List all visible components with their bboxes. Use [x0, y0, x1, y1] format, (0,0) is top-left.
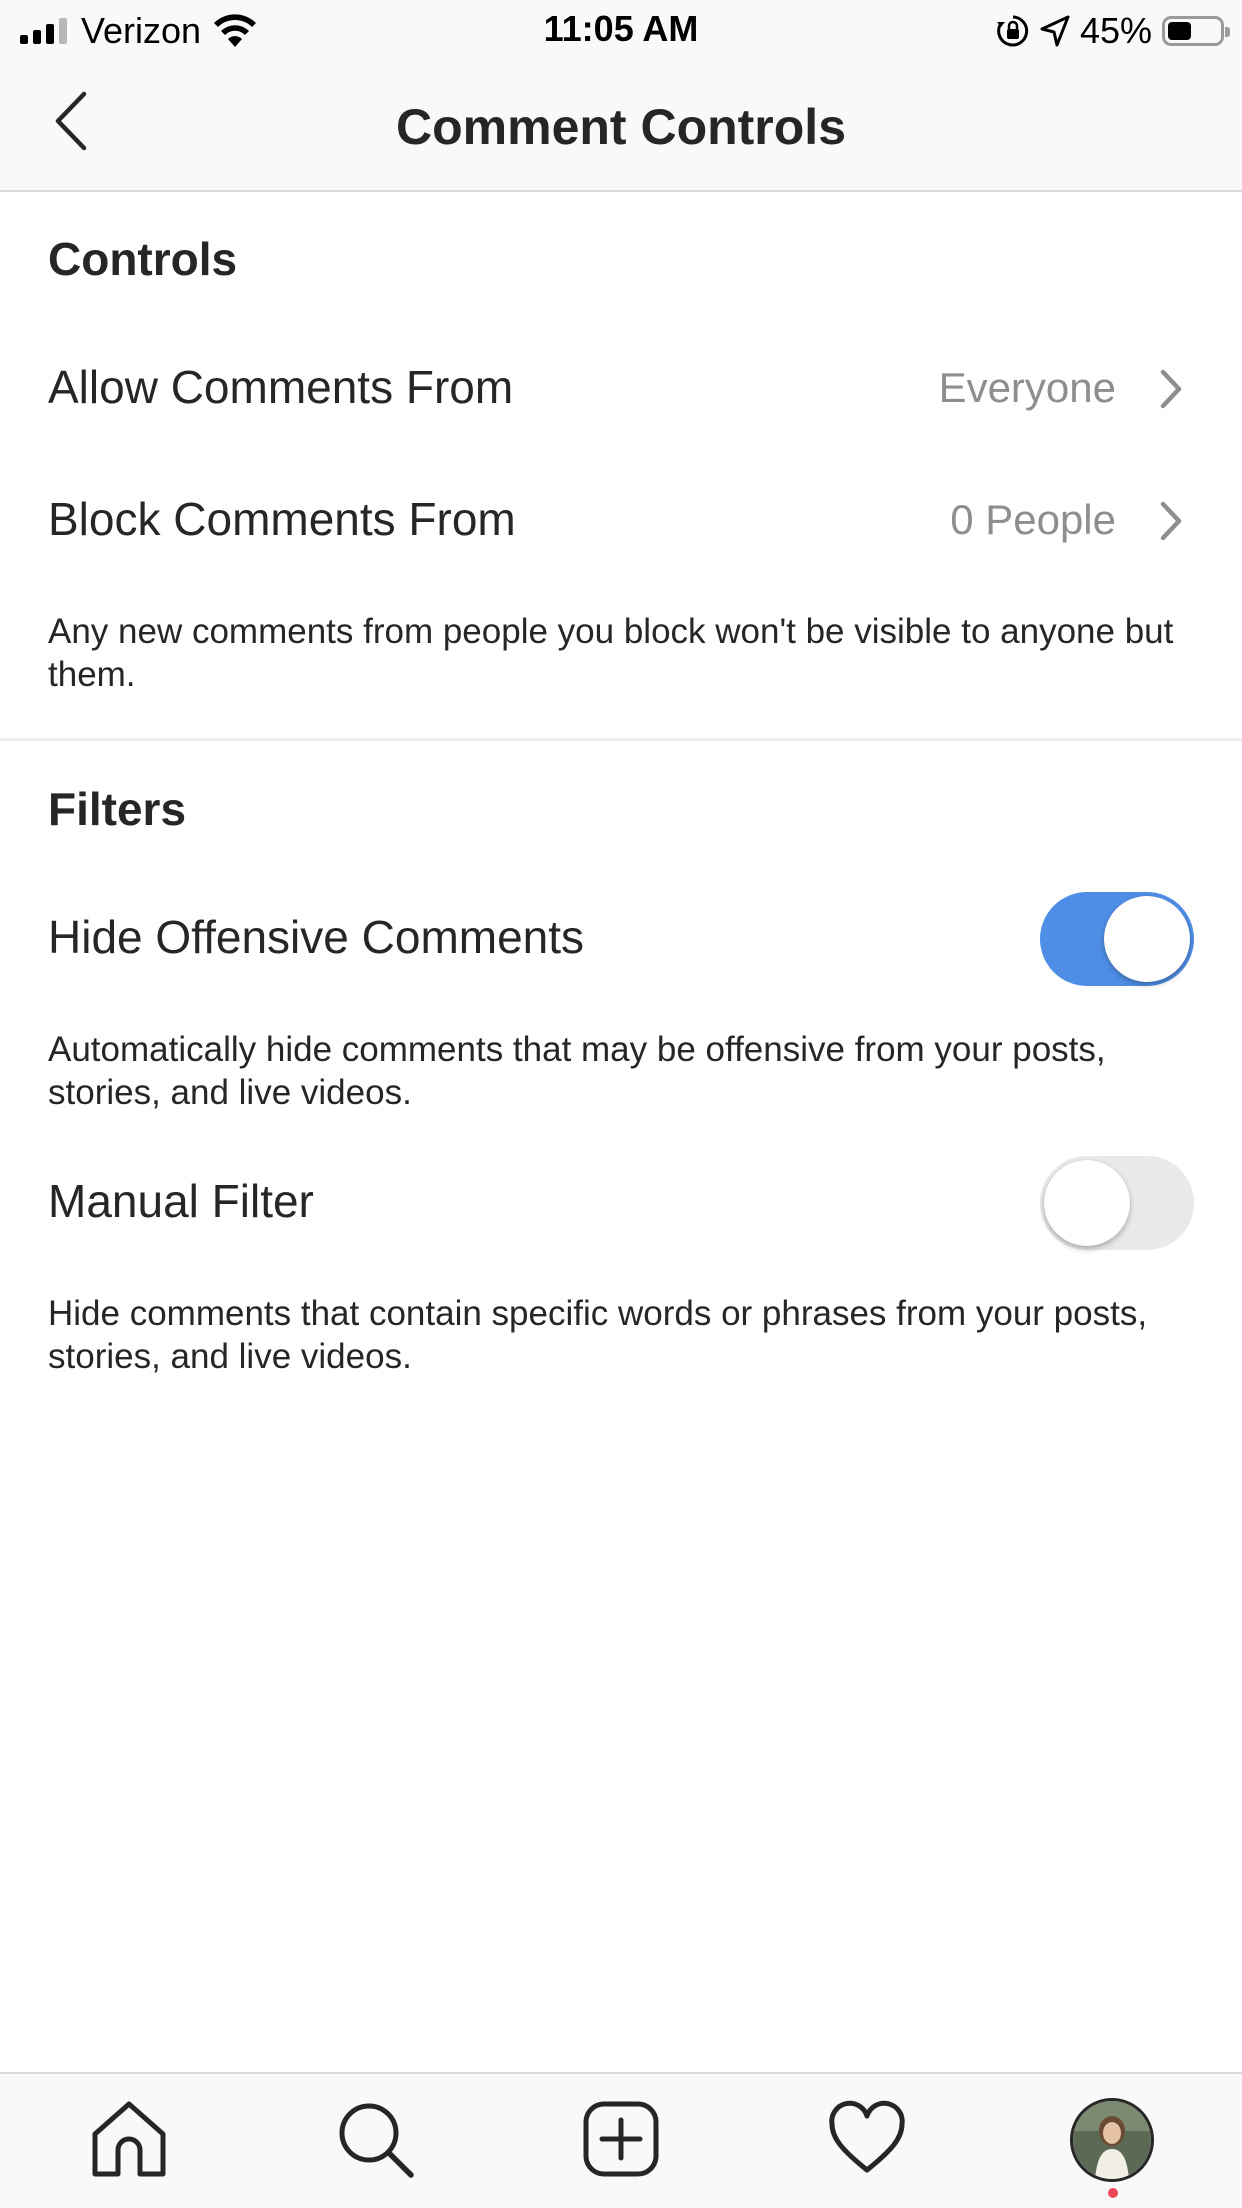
controls-section-title: Controls — [48, 233, 238, 285]
profile-notification-dot — [1108, 2188, 1118, 2198]
block-comments-from-label: Block Comments From — [48, 493, 516, 545]
block-comments-from-row[interactable]: Block Comments From 0 People — [0, 466, 1242, 576]
navigation-header: Comment Controls — [0, 62, 1242, 192]
location-arrow-icon — [1040, 15, 1070, 47]
allow-comments-from-value: Everyone — [938, 364, 1116, 411]
tab-search[interactable] — [330, 2094, 420, 2184]
chevron-right-icon — [1160, 501, 1182, 541]
tab-home[interactable] — [84, 2094, 174, 2184]
tab-activity[interactable] — [822, 2094, 912, 2184]
chevron-right-icon — [1160, 369, 1182, 409]
tab-new-post[interactable] — [576, 2094, 666, 2184]
activity-heart-icon — [829, 2100, 905, 2173]
hide-offensive-comments-toggle[interactable] — [1040, 892, 1194, 986]
new-post-icon — [583, 2101, 659, 2177]
manual-filter-description: Hide comments that contain specific word… — [48, 1294, 1148, 1376]
page-title: Comment Controls — [396, 99, 846, 155]
allow-comments-from-row[interactable]: Allow Comments From Everyone — [0, 334, 1242, 444]
toggle-knob — [1044, 1160, 1130, 1246]
battery-icon — [1162, 16, 1230, 46]
toggle-knob — [1104, 896, 1190, 982]
section-divider — [0, 738, 1242, 741]
manual-filter-label: Manual Filter — [48, 1175, 314, 1227]
bottom-tab-bar — [0, 2072, 1242, 2208]
profile-avatar-image — [1073, 2101, 1151, 2179]
battery-percentage: 45% — [1079, 10, 1152, 51]
status-bar-right: 45% — [996, 10, 1230, 52]
search-icon — [339, 2103, 414, 2178]
manual-filter-toggle[interactable] — [1040, 1156, 1194, 1250]
block-comments-description: Any new comments from people you block w… — [48, 612, 1174, 694]
tab-profile-avatar[interactable] — [1070, 2098, 1154, 2182]
filters-section-title: Filters — [48, 783, 187, 835]
hide-offensive-comments-label: Hide Offensive Comments — [48, 911, 585, 963]
status-bar: Verizon 11:05 AM 45% — [0, 0, 1242, 62]
orientation-lock-icon — [996, 15, 1029, 47]
block-comments-from-value: 0 People — [950, 496, 1116, 543]
allow-comments-from-label: Allow Comments From — [48, 361, 514, 413]
home-icon — [92, 2101, 166, 2177]
hide-offensive-comments-description: Automatically hide comments that may be … — [48, 1030, 1106, 1112]
